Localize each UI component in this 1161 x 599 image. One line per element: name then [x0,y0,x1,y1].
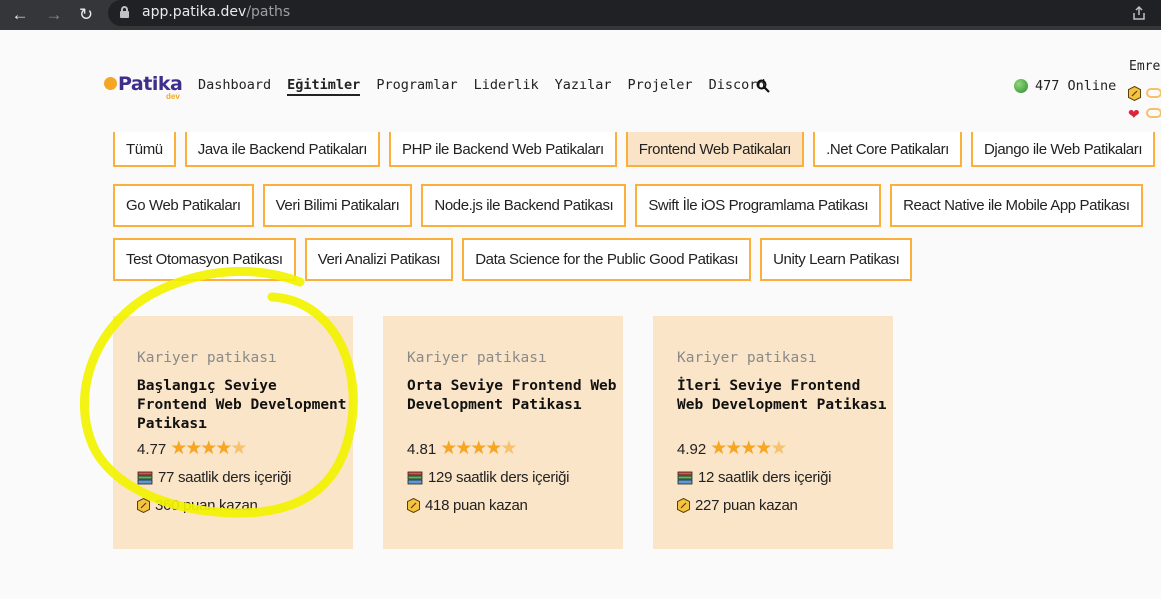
nav-egitimler[interactable]: Eğitimler [287,77,361,96]
logo-mark-icon [104,77,117,90]
filter-chip[interactable]: React Native ile Mobile App Patikası [890,184,1143,227]
filter-row: Tümü Java ile Backend Patikaları PHP ile… [113,132,1161,167]
card-points: 227 puan kazan [695,497,798,514]
nav-liderlik[interactable]: Liderlik [474,77,539,96]
lives-badge-icon [1146,108,1161,118]
main-nav: Dashboard Eğitimler Programlar Liderlik … [198,77,781,96]
path-card[interactable]: Kariyer patikası Orta Seviye Frontend We… [383,316,623,549]
filter-chip[interactable]: Tümü [113,132,176,167]
url-text[interactable]: app.patika.dev/paths [142,4,290,20]
card-title[interactable]: Başlangıç Seviye Frontend Web Developmen… [137,377,347,434]
back-icon[interactable]: ← [8,3,32,27]
books-icon [407,471,423,484]
filter-chip[interactable]: Test Otomasyon Patikası [113,238,296,281]
card-points: 418 puan kazan [425,497,528,514]
address-bar[interactable]: app.patika.dev/paths [108,0,1161,26]
filter-chip[interactable]: Data Science for the Public Good Patikas… [462,238,752,281]
card-title[interactable]: İleri Seviye Frontend Web Development Pa… [677,377,887,415]
nav-programlar[interactable]: Programlar [376,77,457,96]
card-kind: Kariyer patikası [137,350,277,366]
filter-chip[interactable]: Veri Analizi Patikası [304,238,454,281]
card-kind: Kariyer patikası [677,350,817,366]
filter-chip[interactable]: Java ile Backend Patikaları [184,132,381,167]
nav-dashboard[interactable]: Dashboard [198,77,271,96]
filter-chip-selected[interactable]: Frontend Web Patikaları [625,132,805,167]
card-hours: 129 saatlik ders içeriği [428,469,570,486]
books-icon [677,471,693,484]
card-hours: 12 saatlik ders içeriği [698,469,832,486]
card-kind: Kariyer patikası [407,350,547,366]
online-indicator-icon [1014,79,1028,93]
filter-chip[interactable]: Go Web Patikaları [113,184,254,227]
coin-icon [677,498,690,513]
filter-chip[interactable]: Node.js ile Backend Patikası [421,184,627,227]
nav-projeler[interactable]: Projeler [628,77,693,96]
coin-icon [137,498,150,513]
filter-row: Go Web Patikaları Veri Bilimi Patikaları… [113,184,1152,227]
share-icon[interactable] [1131,5,1147,21]
star-rating-icon: ★★★★★ [440,438,517,459]
card-rating: 4.92 [677,440,707,458]
filter-row: Test Otomasyon Patikası Veri Analizi Pat… [113,238,921,281]
heart-icon: ❤ [1128,106,1140,122]
reload-icon[interactable]: ↻ [74,3,98,27]
user-name[interactable]: Emre [1129,59,1160,74]
filter-chip[interactable]: Unity Learn Patikası [760,238,913,281]
coin-icon [1128,86,1141,101]
filter-chip[interactable]: PHP ile Backend Web Patikaları [389,132,617,167]
card-rating: 4.77 [137,440,167,458]
online-count: 477 Online [1035,78,1117,94]
path-card[interactable]: Kariyer patikası Başlangıç Seviye Fronte… [113,316,353,549]
books-icon [137,471,153,484]
star-rating-icon: ★★★★★ [170,438,247,459]
star-rating-icon: ★★★★★ [710,438,787,459]
search-icon[interactable] [756,79,770,93]
browser-toolbar: ← → ↻ app.patika.dev/paths [0,0,1161,30]
coin-icon [407,498,420,513]
filter-chip[interactable]: Veri Bilimi Patikaları [262,184,413,227]
card-title[interactable]: Orta Seviye Frontend Web Development Pat… [407,377,617,415]
filter-chip[interactable]: Django ile Web Patikaları [970,132,1156,167]
filter-chip[interactable]: Swift İle iOS Programlama Patikası [635,184,882,227]
filter-chip[interactable]: .Net Core Patikaları [813,132,962,167]
lock-icon [120,6,129,18]
card-rating: 4.81 [407,440,437,458]
card-points: 360 puan kazan [155,497,258,514]
path-card[interactable]: Kariyer patikası İleri Seviye Frontend W… [653,316,893,549]
nav-yazilar[interactable]: Yazılar [555,77,612,96]
points-badge-icon [1146,88,1161,98]
forward-icon[interactable]: → [42,3,66,27]
card-hours: 77 saatlik ders içeriği [158,469,292,486]
